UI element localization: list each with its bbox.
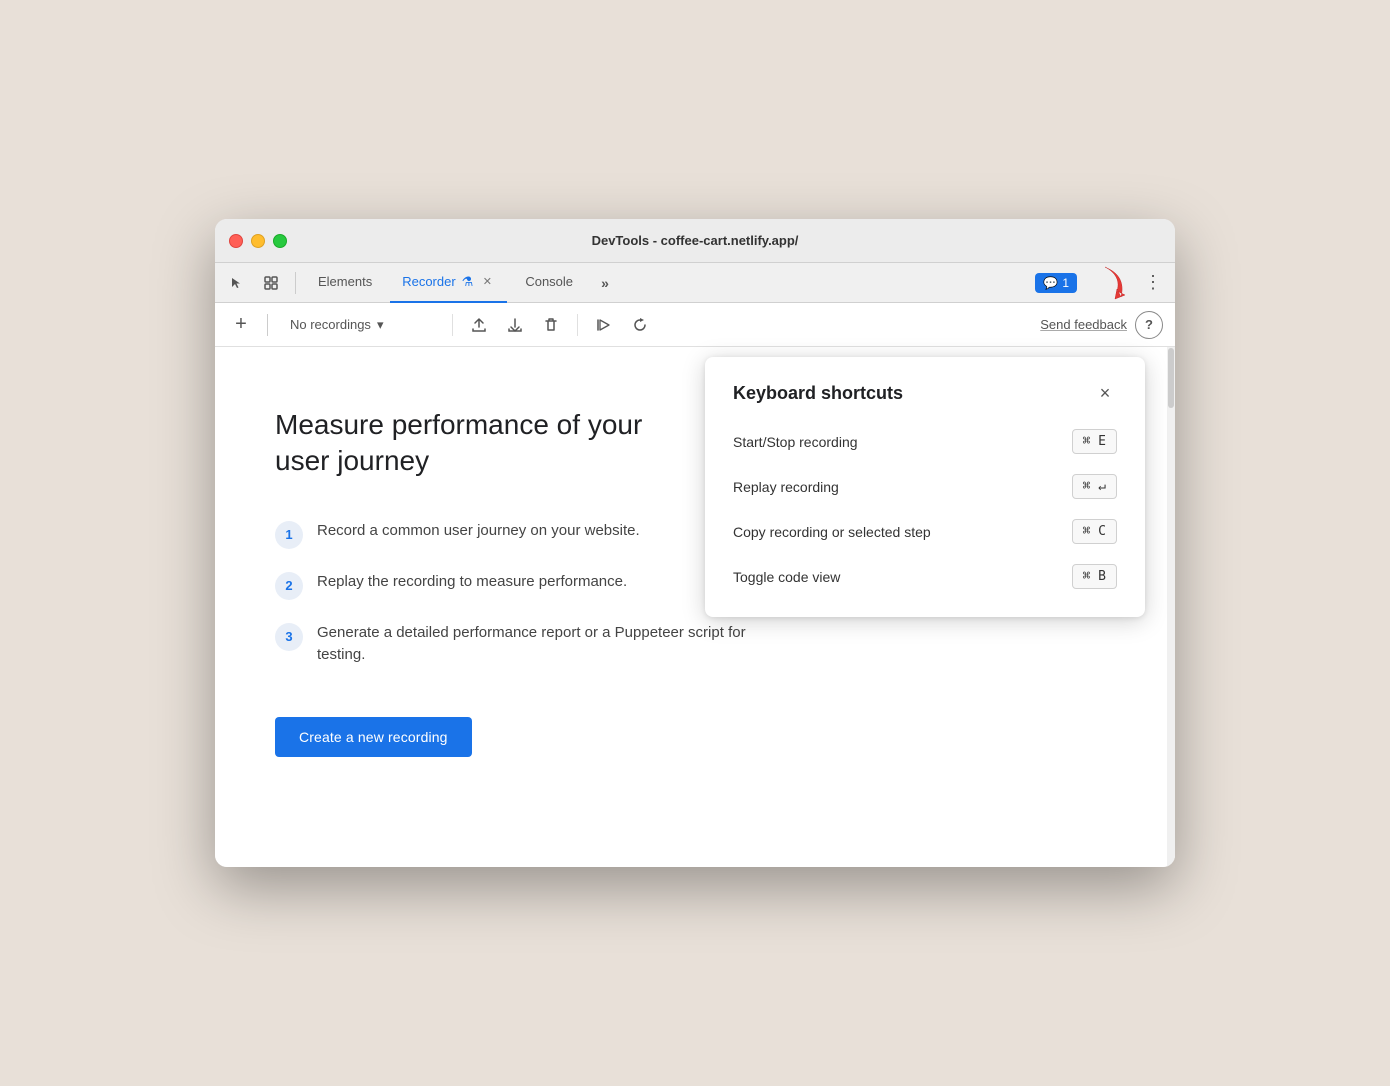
send-feedback-btn[interactable]: Send feedback [1040, 317, 1127, 332]
scrollbar-track[interactable] [1167, 347, 1175, 867]
minimize-button[interactable] [251, 234, 265, 248]
red-arrow-annotation [1083, 265, 1133, 301]
shortcut-key-1: ⌘ ↵ [1072, 474, 1117, 499]
step-item-1: 1 Record a common user journey on your w… [275, 520, 775, 549]
toolbar-right: Send feedback ? [1040, 311, 1163, 339]
more-tabs-btn[interactable]: » [591, 269, 619, 297]
toolbar-divider-1 [267, 314, 268, 336]
shortcuts-panel: Keyboard shortcuts × Start/Stop recordin… [705, 357, 1145, 617]
shortcuts-title: Keyboard shortcuts [733, 383, 903, 404]
step-item-3: 3 Generate a detailed performance report… [275, 622, 775, 667]
notification-count: 1 [1062, 276, 1069, 290]
delete-btn[interactable] [537, 311, 565, 339]
shortcut-row-1: Replay recording ⌘ ↵ [733, 474, 1117, 499]
help-btn[interactable]: ? [1135, 311, 1163, 339]
step-number-2: 2 [275, 572, 303, 600]
traffic-lights [229, 234, 287, 248]
inspector-icon-btn[interactable] [257, 269, 285, 297]
tab-console[interactable]: Console [513, 263, 585, 303]
window-title: DevTools - coffee-cart.netlify.app/ [592, 233, 799, 248]
tab-bar-left: Elements Recorder ⚗ ✕ Console » [223, 263, 619, 303]
main-content: Measure performance of your user journey… [215, 347, 1175, 867]
upload-btn[interactable] [465, 311, 493, 339]
recordings-dropdown[interactable]: No recordings ▾ [280, 313, 440, 337]
chat-icon: 💬 [1043, 276, 1058, 290]
shortcut-key-2: ⌘ C [1072, 519, 1117, 544]
shortcut-label-0: Start/Stop recording [733, 434, 858, 450]
scrollbar-thumb[interactable] [1168, 348, 1174, 408]
tab-bar-right: 💬 1 ⋮ [1035, 265, 1167, 301]
toolbar-divider-3 [577, 314, 578, 336]
shortcut-row-0: Start/Stop recording ⌘ E [733, 429, 1117, 454]
step-item-2: 2 Replay the recording to measure perfor… [275, 571, 775, 600]
flask-icon: ⚗ [462, 274, 474, 290]
steps-list: 1 Record a common user journey on your w… [275, 520, 775, 667]
replay-btn[interactable] [626, 311, 654, 339]
page-heading: Measure performance of your user journey [275, 407, 695, 480]
step-number-1: 1 [275, 521, 303, 549]
play-btn[interactable] [590, 311, 618, 339]
create-recording-button[interactable]: Create a new recording [275, 717, 472, 757]
shortcut-label-1: Replay recording [733, 479, 839, 495]
shortcut-row-3: Toggle code view ⌘ B [733, 564, 1117, 589]
tab-bar: Elements Recorder ⚗ ✕ Console » 💬 1 [215, 263, 1175, 303]
chevron-down-icon: ▾ [377, 317, 384, 333]
notification-button[interactable]: 💬 1 [1035, 273, 1077, 293]
shortcuts-close-btn[interactable]: × [1093, 381, 1117, 405]
step-text-2: Replay the recording to measure performa… [317, 571, 627, 594]
step-text-3: Generate a detailed performance report o… [317, 622, 775, 667]
add-recording-btn[interactable]: + [227, 311, 255, 339]
step-number-3: 3 [275, 623, 303, 651]
download-btn[interactable] [501, 311, 529, 339]
toolbar-divider-2 [452, 314, 453, 336]
shortcuts-header: Keyboard shortcuts × [733, 381, 1117, 405]
toolbar: + No recordings ▾ [215, 303, 1175, 347]
shortcut-key-0: ⌘ E [1072, 429, 1117, 454]
close-button[interactable] [229, 234, 243, 248]
maximize-button[interactable] [273, 234, 287, 248]
tab-close-icon[interactable]: ✕ [479, 274, 495, 290]
shortcut-row-2: Copy recording or selected step ⌘ C [733, 519, 1117, 544]
title-bar: DevTools - coffee-cart.netlify.app/ [215, 219, 1175, 263]
shortcut-label-2: Copy recording or selected step [733, 524, 931, 540]
step-text-1: Record a common user journey on your web… [317, 520, 640, 543]
tab-elements[interactable]: Elements [306, 263, 384, 303]
devtools-window: DevTools - coffee-cart.netlify.app/ Elem… [215, 219, 1175, 867]
cursor-icon-btn[interactable] [223, 269, 251, 297]
shortcut-label-3: Toggle code view [733, 569, 840, 585]
no-recordings-label: No recordings [290, 317, 371, 332]
devtools-menu-btn[interactable]: ⋮ [1139, 269, 1167, 297]
tab-divider [295, 272, 296, 294]
tab-recorder[interactable]: Recorder ⚗ ✕ [390, 263, 507, 303]
shortcuts-list: Start/Stop recording ⌘ E Replay recordin… [733, 429, 1117, 589]
shortcut-key-3: ⌘ B [1072, 564, 1117, 589]
